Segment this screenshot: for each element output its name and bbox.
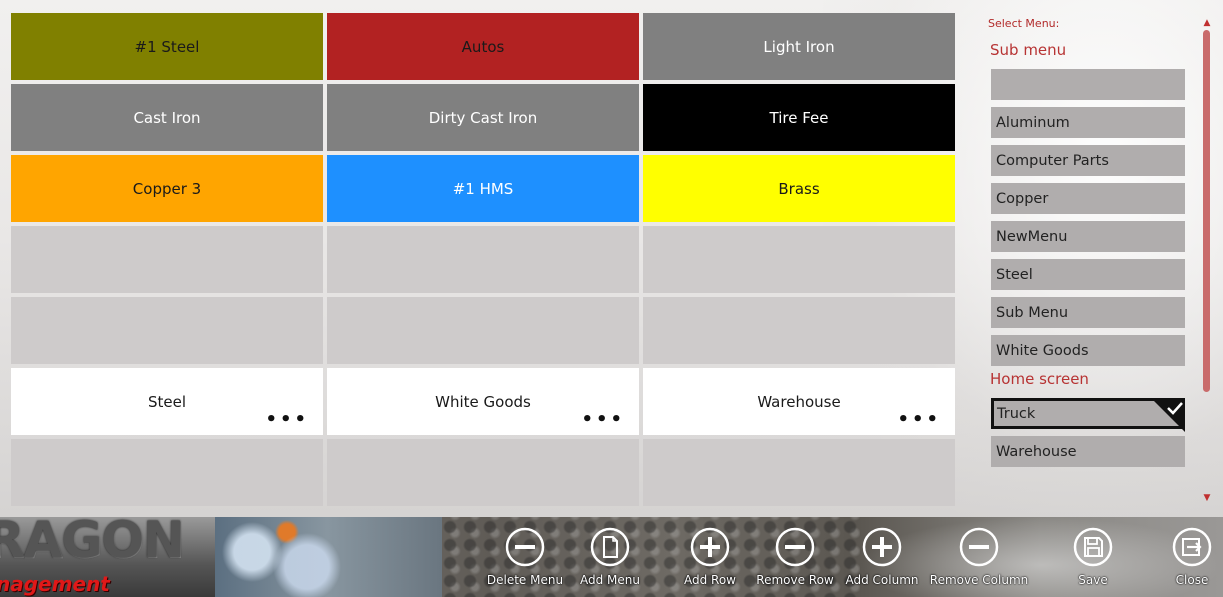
scroll-up-arrow[interactable]: ▲ <box>1202 18 1212 28</box>
checkmark-icon <box>1151 398 1185 432</box>
menu-tile-label: Brass <box>778 179 820 198</box>
bottom-toolbar: RAGON nagement Simplified Delete Menu Add… <box>0 517 1223 597</box>
menu-tile-label: White Goods <box>435 392 531 411</box>
plus-circle-icon <box>862 527 902 567</box>
home-screen-item-label: Truck <box>997 405 1036 422</box>
home-screen-heading: Home screen <box>990 370 1089 388</box>
menu-tile[interactable] <box>327 439 639 506</box>
home-screen-item-label: Warehouse <box>996 443 1077 460</box>
menu-tile[interactable] <box>643 226 955 293</box>
logo-main-text: RAGON <box>0 517 185 569</box>
sub-menu-item[interactable]: Steel <box>991 259 1185 290</box>
add-column-button[interactable]: Add Column <box>840 527 924 593</box>
menu-tile-label: #1 HMS <box>452 179 514 198</box>
select-menu-panel: Select Menu: Sub menu Aluminum Computer P… <box>987 13 1187 508</box>
panel-title: Select Menu: <box>988 17 1060 30</box>
menu-tile[interactable] <box>643 439 955 506</box>
menu-tile-label: Dirty Cast Iron <box>428 108 538 127</box>
scroll-thumb[interactable] <box>1203 30 1210 392</box>
sub-menu-heading: Sub menu <box>990 41 1067 59</box>
menu-tile[interactable]: Copper 3 <box>11 155 323 222</box>
menu-tile[interactable]: #1 HMS <box>327 155 639 222</box>
menu-tile[interactable]: Cast Iron <box>11 84 323 151</box>
add-row-button[interactable]: Add Row <box>668 527 752 593</box>
brand-logo: RAGON nagement Simplified <box>0 517 215 597</box>
sub-menu-item[interactable]: Copper <box>991 183 1185 214</box>
menu-tile[interactable]: Steel ••• <box>11 368 323 435</box>
menu-tile[interactable] <box>643 297 955 364</box>
save-button[interactable]: Save <box>1051 527 1135 593</box>
menu-tile[interactable] <box>327 226 639 293</box>
remove-column-label: Remove Column <box>929 573 1029 587</box>
menu-tile-grid: #1 Steel Autos Light Iron Cast Iron Dirty Ca… <box>11 13 955 506</box>
delete-menu-button[interactable]: Delete Menu <box>483 527 567 593</box>
menu-tile[interactable] <box>11 297 323 364</box>
minus-circle-icon <box>775 527 815 567</box>
save-label: Save <box>1078 573 1108 587</box>
menu-tile[interactable]: Light Iron <box>643 13 955 80</box>
panel-scrollbar[interactable]: ▲ ▼ <box>1200 18 1214 508</box>
add-menu-button[interactable]: Add Menu <box>568 527 652 593</box>
document-circle-icon <box>590 527 630 567</box>
more-options-icon[interactable]: ••• <box>265 411 309 429</box>
exit-icon <box>1172 527 1212 567</box>
menu-tile-label: Autos <box>461 37 505 56</box>
menu-tile-label: Steel <box>147 392 187 411</box>
more-options-icon[interactable]: ••• <box>581 411 625 429</box>
sub-menu-item[interactable]: Computer Parts <box>991 145 1185 176</box>
floppy-disk-icon <box>1073 527 1113 567</box>
add-column-label: Add Column <box>845 573 919 587</box>
sub-menu-item[interactable]: Sub Menu <box>991 297 1185 328</box>
menu-tile[interactable]: Autos <box>327 13 639 80</box>
add-row-label: Add Row <box>683 573 736 587</box>
plus-circle-icon <box>690 527 730 567</box>
sub-menu-item[interactable]: Aluminum <box>991 107 1185 138</box>
sub-menu-item[interactable] <box>991 69 1185 100</box>
menu-tile[interactable]: Tire Fee <box>643 84 955 151</box>
menu-tile[interactable]: Dirty Cast Iron <box>327 84 639 151</box>
home-screen-item[interactable]: Warehouse <box>991 436 1185 467</box>
close-label: Close <box>1175 573 1209 587</box>
scroll-down-arrow[interactable]: ▼ <box>1202 493 1212 503</box>
menu-tile-label: Warehouse <box>757 392 841 411</box>
remove-column-button[interactable]: Remove Column <box>930 527 1028 593</box>
add-menu-label: Add Menu <box>580 573 640 587</box>
menu-tile-label: Cast Iron <box>133 108 201 127</box>
sub-menu-item[interactable]: White Goods <box>991 335 1185 366</box>
menu-tile[interactable]: #1 Steel <box>11 13 323 80</box>
menu-tile-label: Light Iron <box>763 37 835 56</box>
menu-tile[interactable]: White Goods ••• <box>327 368 639 435</box>
menu-tile-label: Copper 3 <box>132 179 202 198</box>
delete-menu-label: Delete Menu <box>486 573 564 587</box>
sub-menu-list: Aluminum Computer Parts Copper NewMenu Steel… <box>987 69 1187 366</box>
home-screen-item[interactable]: Truck <box>991 398 1185 432</box>
close-button[interactable]: Close <box>1150 527 1223 593</box>
remove-row-label: Remove Row <box>756 573 834 587</box>
brand-artwork <box>212 517 442 597</box>
menu-tile[interactable] <box>11 439 323 506</box>
minus-circle-icon <box>959 527 999 567</box>
minus-circle-icon <box>505 527 545 567</box>
remove-row-button[interactable]: Remove Row <box>753 527 837 593</box>
menu-tile[interactable] <box>11 226 323 293</box>
home-screen-list: Truck Warehouse <box>987 398 1187 467</box>
logo-tagline: nagement Simplified <box>0 572 110 597</box>
menu-tile[interactable]: Brass <box>643 155 955 222</box>
more-options-icon[interactable]: ••• <box>897 411 941 429</box>
menu-tile[interactable]: Warehouse ••• <box>643 368 955 435</box>
menu-tile[interactable] <box>327 297 639 364</box>
menu-tile-label: Tire Fee <box>769 108 829 127</box>
sub-menu-item[interactable]: NewMenu <box>991 221 1185 252</box>
menu-tile-label: #1 Steel <box>134 37 200 56</box>
